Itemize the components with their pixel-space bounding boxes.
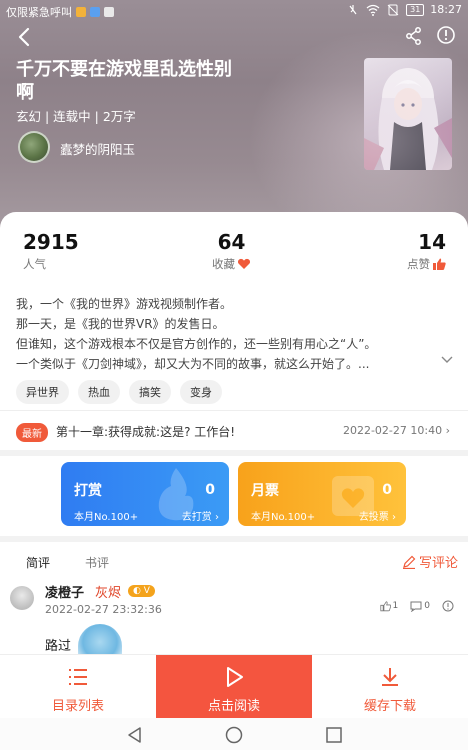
likes-label: 点赞	[407, 257, 430, 271]
author-avatar[interactable]	[18, 131, 50, 163]
ticket-action[interactable]: 去投票 ›	[359, 508, 396, 523]
read-button[interactable]: 点击阅读	[156, 655, 312, 719]
stat-collect[interactable]: 64 收藏	[212, 230, 251, 272]
tab-short-review[interactable]: 简评	[26, 554, 50, 571]
play-icon	[227, 667, 243, 687]
stat-likes[interactable]: 14 点赞	[407, 230, 446, 272]
pen-icon	[402, 555, 416, 569]
comment-icon	[410, 601, 422, 612]
reward-action-label: 去打赏	[181, 512, 212, 523]
comment-username[interactable]: 凌橙子	[45, 582, 84, 601]
ticket-rank: 本月No.100+	[251, 512, 316, 523]
comment-reply-count: 0	[424, 601, 430, 611]
list-icon	[69, 669, 87, 685]
stat-popularity: 2915 人气	[23, 230, 79, 272]
synopsis-line: 一个类似于《刀剑神域》，却又大为不同的故事，就这么开始了。...	[16, 357, 370, 371]
tag-item[interactable]: 异世界	[16, 380, 69, 404]
chevron-down-icon[interactable]	[440, 352, 454, 366]
book-title: 千万不要在游戏里乱选性别啊	[16, 59, 232, 103]
thumbs-up-icon	[379, 600, 391, 611]
book-meta: 玄幻 | 连载中 | 2万字	[16, 109, 136, 124]
collect-label: 收藏	[212, 257, 235, 271]
app-notification-icon	[76, 7, 86, 17]
status-bar: 仅限紧急呼叫 31 18:27	[0, 0, 468, 22]
support-section: 打赏 0 本月No.100+ 去打赏 › 月票 0 本月No.100+ 去投票 …	[0, 456, 468, 536]
report-icon[interactable]	[436, 25, 456, 45]
popularity-label: 人气	[23, 257, 46, 271]
reward-count: 0	[205, 482, 215, 498]
comments-section: 简评 书评 写评论 凌橙子 灰烬 ◐ V 2022-02-27 23:32:36…	[0, 542, 468, 654]
synopsis-line: 但谁知，这个游戏根本不仅是官方创作的，还一些别有用心之“人”。	[16, 337, 377, 351]
latest-chapter-time: 2022-02-27 10:40 ›	[342, 424, 450, 437]
synopsis-line: 那一天，是《我的世界VR》的发售日。	[16, 317, 225, 331]
cache-label: 缓存下载	[363, 699, 416, 714]
latest-badge: 最新	[16, 423, 48, 442]
ticket-action-label: 去投票	[358, 512, 389, 523]
author-name[interactable]: 蠹梦的阴阳玉	[60, 139, 135, 158]
comment-like-count: 1	[392, 601, 399, 611]
wifi-icon	[366, 4, 380, 16]
write-comment-button[interactable]: 写评论	[402, 552, 458, 571]
share-icon[interactable]	[404, 26, 424, 46]
comment-user-level: 灰烬	[95, 586, 122, 601]
system-nav-bar	[0, 718, 468, 750]
latest-chapter-title: 第十一章:获得成就:这是? 工作台!	[56, 425, 236, 439]
vip-badge-text: V	[143, 586, 150, 596]
reward-card[interactable]: 打赏 0 本月No.100+ 去打赏 ›	[61, 462, 229, 526]
no-sim-icon	[387, 4, 399, 15]
reward-title: 打赏	[74, 483, 102, 499]
comment-text: 路过	[45, 639, 72, 654]
tag-item[interactable]: 热血	[78, 380, 120, 404]
nav-home-icon[interactable]	[225, 726, 243, 744]
comment-time: 2022-02-27 23:32:36	[45, 603, 162, 616]
reward-rank: 本月No.100+	[74, 512, 139, 523]
latest-time-text: 2022-02-27 10:40	[342, 424, 443, 437]
download-icon	[382, 668, 398, 686]
likes-value: 14	[418, 230, 446, 254]
toc-button[interactable]: 目录列表	[0, 655, 156, 719]
tab-book-review[interactable]: 书评	[85, 554, 109, 571]
book-cover[interactable]	[364, 58, 452, 170]
popularity-value: 2915	[23, 230, 79, 254]
cache-download-button[interactable]: 缓存下载	[312, 655, 468, 719]
tag-item[interactable]: 搞笑	[129, 380, 171, 404]
toc-label: 目录列表	[51, 699, 104, 714]
synopsis-line: 我，一个《我的世界》游戏视频制作者。	[16, 297, 233, 311]
tag-list: 异世界 热血 搞笑 变身	[16, 380, 222, 404]
battery-indicator: 31	[406, 3, 425, 16]
bottom-action-bar: 目录列表 点击阅读 缓存下载	[0, 654, 468, 719]
reward-action[interactable]: 去打赏 ›	[182, 508, 219, 523]
back-icon[interactable]	[14, 26, 36, 48]
comment-sticker	[78, 624, 122, 654]
tag-item[interactable]: 变身	[180, 380, 222, 404]
comment-reply-button[interactable]: 0	[410, 601, 430, 612]
report-icon[interactable]	[442, 600, 454, 612]
monthly-ticket-card[interactable]: 月票 0 本月No.100+ 去投票 ›	[238, 462, 406, 526]
comment-like-button[interactable]: 1	[379, 600, 399, 612]
thumbs-up-icon[interactable]	[432, 258, 446, 271]
silent-icon	[349, 4, 357, 14]
carrier-text: 仅限紧急呼叫	[6, 6, 72, 19]
ticket-title: 月票	[251, 483, 279, 499]
nav-recents-icon[interactable]	[325, 726, 343, 744]
app-notification-icon	[104, 7, 114, 17]
clock: 18:27	[430, 3, 462, 16]
write-comment-label: 写评论	[418, 556, 458, 571]
avatar[interactable]	[10, 586, 34, 610]
read-label: 点击阅读	[207, 699, 260, 714]
book-header: 仅限紧急呼叫 31 18:27 千万不要在游戏里乱选性别啊 玄幻 | 连载中 |…	[0, 0, 468, 232]
book-synopsis[interactable]: 我，一个《我的世界》游戏视频制作者。 那一天，是《我的世界VR》的发售日。 但谁…	[16, 294, 436, 374]
comment-actions: 1 0	[379, 600, 454, 612]
app-notification-icon	[90, 7, 100, 17]
collect-value: 64	[217, 230, 246, 254]
cover-illustration	[364, 68, 452, 170]
heart-icon[interactable]	[237, 258, 251, 270]
vip-badge: ◐ V	[128, 585, 155, 597]
nav-back-icon[interactable]	[126, 726, 144, 744]
latest-chapter-row[interactable]: 最新 第十一章:获得成就:这是? 工作台! 2022-02-27 10:40 ›	[0, 410, 468, 450]
ticket-count: 0	[382, 482, 392, 498]
